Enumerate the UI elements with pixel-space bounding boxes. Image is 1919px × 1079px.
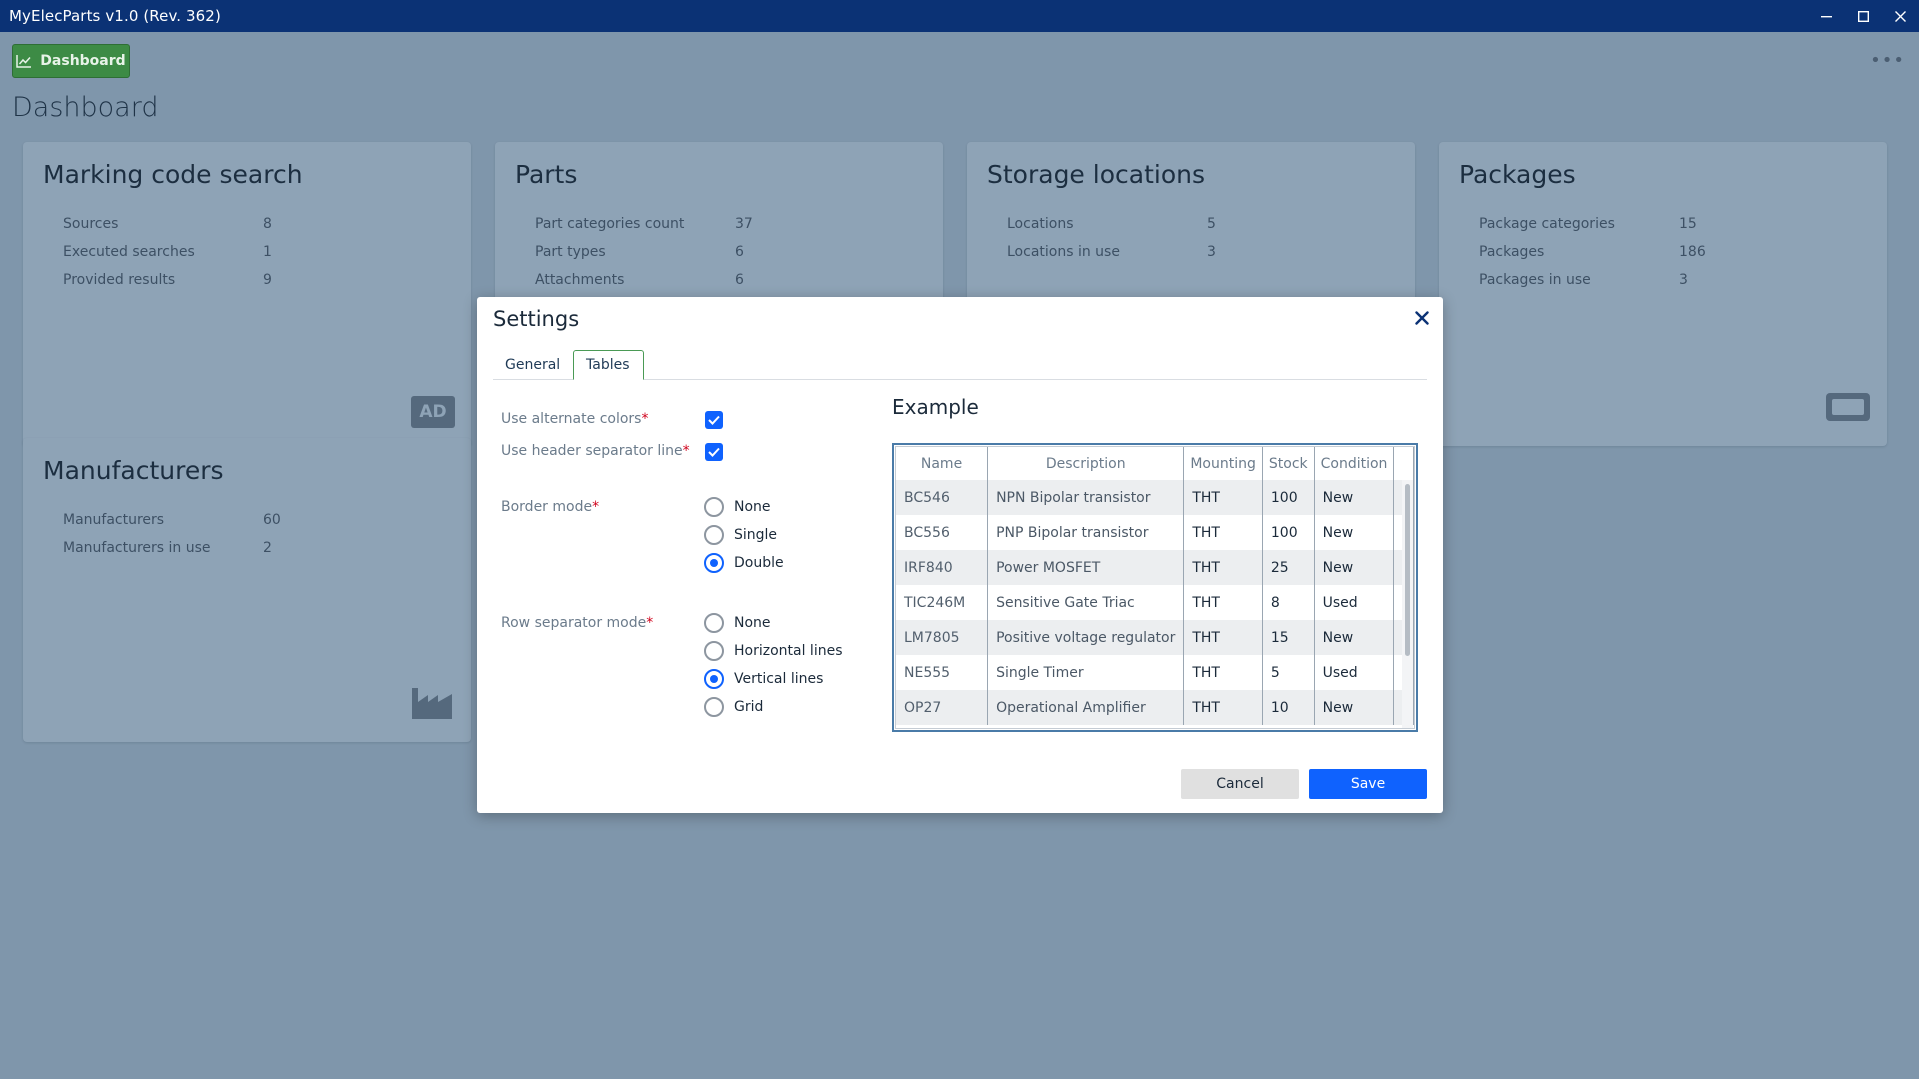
card-title: Marking code search: [43, 160, 303, 189]
header-separator-label: Use header separator line*: [501, 443, 690, 459]
radio-indicator: [704, 497, 724, 517]
card-title: Packages: [1459, 160, 1576, 189]
table-row[interactable]: NE555 Single Timer THT 5 Used: [896, 655, 1414, 690]
row-sep-grid-radio[interactable]: Grid: [704, 697, 763, 717]
radio-indicator-selected: [704, 553, 724, 573]
settings-tabs: General Tables: [493, 350, 1427, 380]
dashboard-nav-label: Dashboard: [40, 53, 126, 69]
column-header-spacer: [1393, 447, 1414, 480]
maximize-icon[interactable]: [1845, 0, 1882, 32]
window-controls: [1808, 0, 1919, 32]
radio-indicator: [704, 641, 724, 661]
cancel-button[interactable]: Cancel: [1181, 769, 1299, 799]
row-sep-vertical-radio[interactable]: Vertical lines: [704, 669, 823, 689]
table-row[interactable]: BC556 PNP Bipolar transistor THT 100 New: [896, 515, 1414, 550]
stat-row: Packages in use 3: [1479, 272, 1688, 288]
stat-row: Sources 8: [63, 216, 272, 232]
chart-line-icon: [16, 55, 32, 68]
table-row[interactable]: LM7805 Positive voltage regulator THT 15 New: [896, 620, 1414, 655]
card-manufacturers: Manufacturers Manufacturers 60 Manufactur…: [23, 438, 471, 742]
radio-indicator: [704, 697, 724, 717]
radio-indicator: [704, 613, 724, 633]
table-header-row: Name Description Mounting Stock Conditio…: [896, 447, 1414, 480]
card-title: Manufacturers: [43, 456, 224, 485]
stat-row: Attachments 6: [535, 272, 744, 288]
window-title: MyElecParts v1.0 (Rev. 362): [9, 7, 221, 25]
marking-code-icon: AD: [411, 396, 455, 428]
stat-row: Packages 186: [1479, 244, 1706, 260]
scrollbar-thumb[interactable]: [1405, 484, 1410, 656]
column-header-condition[interactable]: Condition: [1313, 447, 1395, 480]
tab-general[interactable]: General: [493, 350, 571, 379]
column-header-mounting[interactable]: Mounting: [1183, 447, 1263, 480]
table-scrollbar[interactable]: [1402, 480, 1413, 728]
table-row[interactable]: OP27 Operational Amplifier THT 10 New: [896, 690, 1414, 725]
stat-row: Manufacturers in use 2: [63, 540, 272, 556]
stat-row: Part categories count 37: [535, 216, 753, 232]
alt-colors-label: Use alternate colors*: [501, 411, 649, 427]
column-header-description[interactable]: Description: [987, 447, 1185, 480]
column-header-name[interactable]: Name: [896, 447, 989, 480]
package-icon: [1825, 392, 1871, 426]
settings-dialog: Settings General Tables Use alternate co…: [477, 297, 1443, 813]
table-row[interactable]: BC546 NPN Bipolar transistor THT 100 New: [896, 480, 1414, 515]
column-header-stock[interactable]: Stock: [1261, 447, 1315, 480]
stat-row: Manufacturers 60: [63, 512, 281, 528]
row-sep-none-radio[interactable]: None: [704, 613, 771, 633]
row-sep-horizontal-radio[interactable]: Horizontal lines: [704, 641, 843, 661]
card-marking-code-search: Marking code search Sources 8 Executed se…: [23, 142, 471, 446]
close-icon[interactable]: [1409, 305, 1435, 331]
stat-row: Locations in use 3: [1007, 244, 1216, 260]
more-options-icon[interactable]: •••: [1870, 52, 1905, 70]
radio-indicator: [704, 525, 724, 545]
card-packages: Packages Package categories 15 Packages 18…: [1439, 142, 1887, 446]
tab-tables[interactable]: Tables: [573, 350, 644, 380]
window-titlebar: MyElecParts v1.0 (Rev. 362): [0, 0, 1919, 32]
page-title: Dashboard: [12, 92, 159, 123]
factory-icon: [411, 686, 453, 724]
stat-row: Locations 5: [1007, 216, 1216, 232]
example-table-frame: Name Description Mounting Stock Conditio…: [892, 443, 1418, 732]
stat-row: Provided results 9: [63, 272, 272, 288]
row-separator-mode-label: Row separator mode*: [501, 615, 654, 631]
border-mode-single-radio[interactable]: Single: [704, 525, 777, 545]
border-mode-label: Border mode*: [501, 499, 600, 515]
card-title: Storage locations: [987, 160, 1205, 189]
close-window-icon[interactable]: [1882, 0, 1919, 32]
dialog-title: Settings: [493, 307, 580, 331]
stat-row: Executed searches 1: [63, 244, 272, 260]
alt-colors-checkbox[interactable]: [705, 411, 723, 429]
example-table: Name Description Mounting Stock Conditio…: [896, 447, 1414, 725]
table-row[interactable]: IRF840 Power MOSFET THT 25 New: [896, 550, 1414, 585]
card-title: Parts: [515, 160, 578, 189]
minimize-icon[interactable]: [1808, 0, 1845, 32]
save-button[interactable]: Save: [1309, 769, 1427, 799]
header-separator-checkbox[interactable]: [705, 443, 723, 461]
border-mode-none-radio[interactable]: None: [704, 497, 771, 517]
dashboard-nav-button[interactable]: Dashboard: [12, 44, 130, 78]
stat-row: Package categories 15: [1479, 216, 1697, 232]
example-title: Example: [892, 395, 979, 419]
stat-row: Part types 6: [535, 244, 744, 260]
radio-indicator-selected: [704, 669, 724, 689]
table-row[interactable]: TIC246M Sensitive Gate Triac THT 8 Used: [896, 585, 1414, 620]
border-mode-double-radio[interactable]: Double: [704, 553, 784, 573]
